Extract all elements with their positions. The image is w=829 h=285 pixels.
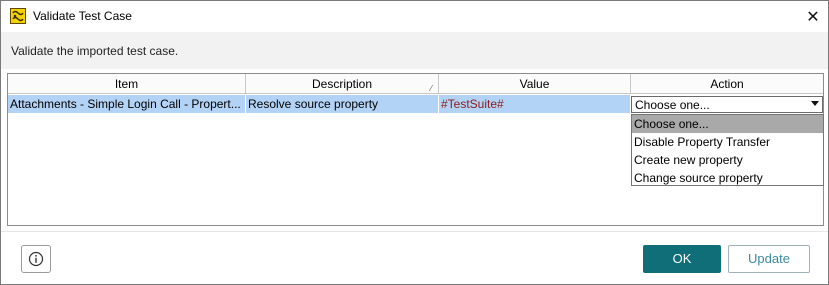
dropdown-option-disable-property-transfer[interactable]: Disable Property Transfer (632, 133, 823, 151)
window-title: Validate Test Case (33, 9, 132, 23)
table-row[interactable]: Attachments - Simple Login Call - Proper… (8, 95, 823, 113)
column-header-action[interactable]: Action (631, 74, 823, 94)
table-header: Item Description ⁄ Value Action (8, 74, 823, 94)
dialog-description-bar: Validate the imported test case. (1, 32, 828, 69)
footer-divider (1, 231, 828, 232)
validate-test-case-dialog: Validate Test Case ✕ Validate the import… (0, 0, 829, 285)
column-header-label: Action (710, 77, 744, 91)
ok-button[interactable]: OK (643, 245, 721, 273)
column-header-description[interactable]: Description ⁄ (246, 74, 439, 94)
dropdown-option-choose-one[interactable]: Choose one... (632, 115, 823, 133)
chevron-down-icon[interactable] (811, 101, 819, 106)
cell-description[interactable]: Resolve source property (246, 95, 439, 113)
validation-table: Item Description ⁄ Value Action Attachme… (7, 73, 824, 226)
column-header-label: Description (311, 77, 373, 91)
update-button[interactable]: Update (728, 245, 810, 273)
column-header-value[interactable]: Value (439, 74, 631, 94)
cell-value[interactable]: #TestSuite# (439, 95, 631, 113)
dialog-description: Validate the imported test case. (11, 44, 179, 58)
close-button[interactable]: ✕ (798, 1, 828, 32)
cell-item[interactable]: Attachments - Simple Login Call - Proper… (8, 95, 246, 113)
title-bar: Validate Test Case ✕ (1, 1, 828, 32)
dropdown-option-create-new-property[interactable]: Create new property (632, 151, 823, 169)
column-header-item[interactable]: Item (8, 74, 246, 94)
action-combobox-value: Choose one... (635, 98, 710, 112)
app-icon (10, 8, 26, 24)
action-combobox[interactable]: Choose one... (631, 96, 823, 113)
action-dropdown-list: Choose one... Disable Property Transfer … (631, 114, 824, 186)
dropdown-option-change-source-property[interactable]: Change source property (632, 169, 823, 187)
column-header-label: Item (114, 77, 139, 91)
info-button[interactable] (21, 245, 51, 273)
info-icon (28, 251, 44, 267)
close-icon: ✕ (806, 8, 820, 26)
column-header-label: Value (519, 77, 550, 91)
